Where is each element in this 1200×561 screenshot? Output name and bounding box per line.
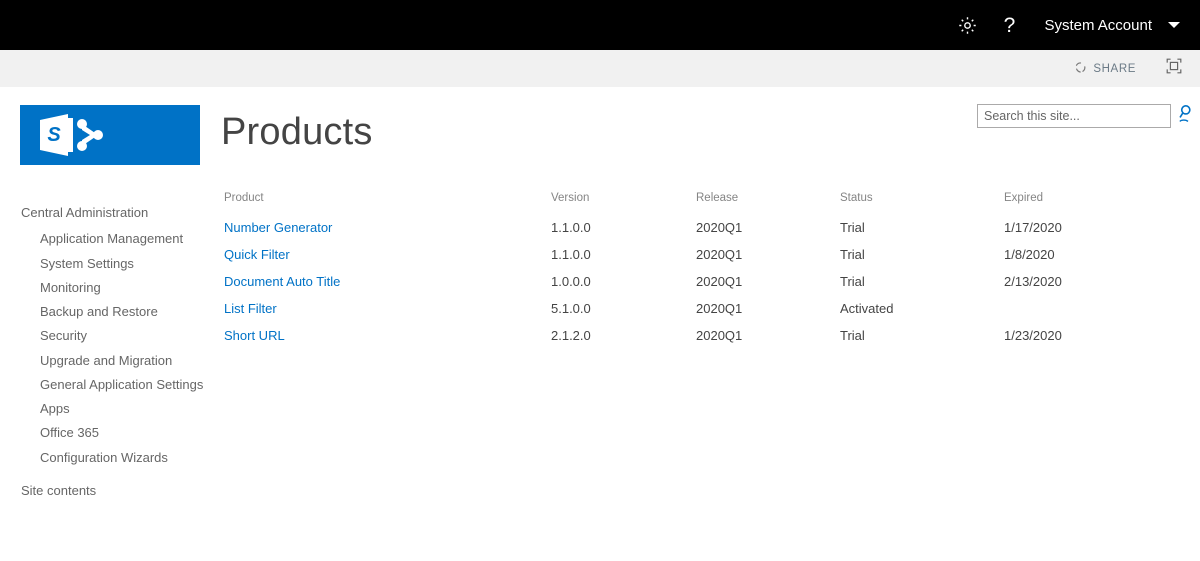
cell-version: 1.1.0.0	[551, 220, 591, 235]
sidebar-item-application-management[interactable]: Application Management	[21, 227, 206, 251]
sharepoint-logo-icon: S	[38, 113, 110, 162]
ribbon-actions: SHARE	[1068, 54, 1200, 83]
question-mark-icon: ?	[1003, 13, 1016, 37]
cell-version: 1.0.0.0	[551, 274, 591, 289]
column-header-product[interactable]: Product	[224, 192, 551, 215]
product-link[interactable]: Short URL	[224, 328, 285, 343]
cell-status: Trial	[840, 328, 865, 343]
sidebar-item-apps[interactable]: Apps	[21, 397, 206, 421]
table-row: Document Auto Title 1.0.0.0 2020Q1 Trial…	[224, 269, 1124, 296]
cell-expired: 1/17/2020	[1004, 220, 1062, 235]
suite-bar: ? System Account	[0, 0, 1200, 50]
cell-status: Trial	[840, 274, 865, 289]
settings-gear-button[interactable]	[946, 0, 988, 50]
ribbon-bar: SHARE	[0, 50, 1200, 87]
account-name-label[interactable]: System Account	[1030, 17, 1162, 34]
search-icon	[1177, 104, 1194, 128]
table-header: Product Version Release Status Expired	[224, 192, 1124, 215]
chevron-down-icon	[1168, 22, 1180, 28]
cell-product: Number Generator	[224, 215, 551, 242]
cell-release: 2020Q1	[696, 274, 743, 289]
search-button[interactable]	[1177, 104, 1194, 128]
cell-expired	[1004, 296, 1124, 323]
sidebar-item-monitoring[interactable]: Monitoring	[21, 276, 206, 300]
sidebar-item-configuration-wizards[interactable]: Configuration Wizards	[21, 446, 206, 470]
product-link[interactable]: List Filter	[224, 301, 277, 316]
cell-status: Activated	[840, 301, 894, 316]
column-header-release[interactable]: Release	[696, 192, 840, 215]
cell-status: Trial	[840, 220, 865, 235]
share-button[interactable]: SHARE	[1068, 57, 1142, 81]
table-row: Short URL 2.1.2.0 2020Q1 Trial 1/23/2020	[224, 323, 1124, 350]
product-link[interactable]: Document Auto Title	[224, 274, 340, 289]
search-box	[977, 104, 1194, 128]
sidebar-item-central-administration[interactable]: Central Administration	[21, 201, 206, 227]
cell-product: List Filter	[224, 296, 551, 323]
help-button[interactable]: ?	[988, 0, 1030, 50]
left-navigation: Central Administration Application Manag…	[21, 201, 206, 503]
cell-version: 2.1.2.0	[551, 328, 591, 343]
search-input[interactable]	[977, 104, 1171, 128]
cell-version: 5.1.0.0	[551, 301, 591, 316]
sidebar-item-system-settings[interactable]: System Settings	[21, 252, 206, 276]
suite-bar-actions: ? System Account	[946, 0, 1200, 50]
account-menu-button[interactable]	[1162, 0, 1186, 50]
column-header-status[interactable]: Status	[840, 192, 1004, 215]
table-row: Quick Filter 1.1.0.0 2020Q1 Trial 1/8/20…	[224, 242, 1124, 269]
table-body: Number Generator 1.1.0.0 2020Q1 Trial 1/…	[224, 215, 1124, 350]
cell-release: 2020Q1	[696, 220, 743, 235]
product-link[interactable]: Quick Filter	[224, 247, 290, 262]
sidebar-item-security[interactable]: Security	[21, 324, 206, 348]
sidebar-item-site-contents[interactable]: Site contents	[21, 479, 206, 503]
sidebar-item-general-application-settings[interactable]: General Application Settings	[21, 373, 206, 397]
column-header-expired[interactable]: Expired	[1004, 192, 1124, 215]
cell-product: Short URL	[224, 323, 551, 350]
cell-version: 1.1.0.0	[551, 247, 591, 262]
cell-release: 2020Q1	[696, 301, 743, 316]
products-table: Product Version Release Status Expired N…	[224, 192, 1124, 350]
sidebar-item-upgrade-and-migration[interactable]: Upgrade and Migration	[21, 349, 206, 373]
cell-product: Quick Filter	[224, 242, 551, 269]
table-row: Number Generator 1.1.0.0 2020Q1 Trial 1/…	[224, 215, 1124, 242]
share-label: SHARE	[1093, 62, 1136, 75]
cell-expired: 1/23/2020	[1004, 328, 1062, 343]
sidebar-item-office-365[interactable]: Office 365	[21, 421, 206, 445]
column-header-version[interactable]: Version	[551, 192, 696, 215]
cell-product: Document Auto Title	[224, 269, 551, 296]
share-icon	[1074, 61, 1087, 77]
cell-release: 2020Q1	[696, 328, 743, 343]
focus-on-content-button[interactable]	[1160, 54, 1188, 83]
cell-status: Trial	[840, 247, 865, 262]
product-link[interactable]: Number Generator	[224, 220, 332, 235]
focus-on-content-icon	[1166, 58, 1182, 79]
cell-release: 2020Q1	[696, 247, 743, 262]
site-logo[interactable]: S	[20, 105, 200, 165]
table-header-row: Product Version Release Status Expired	[224, 192, 1124, 215]
page-body: S Products Centr	[0, 87, 1200, 561]
page-title: Products	[221, 111, 373, 153]
gear-icon	[957, 15, 978, 36]
table-row: List Filter 5.1.0.0 2020Q1 Activated	[224, 296, 1124, 323]
svg-text:S: S	[47, 124, 61, 146]
cell-expired: 2/13/2020	[1004, 274, 1062, 289]
cell-expired: 1/8/2020	[1004, 247, 1055, 262]
sidebar-item-backup-and-restore[interactable]: Backup and Restore	[21, 300, 206, 324]
